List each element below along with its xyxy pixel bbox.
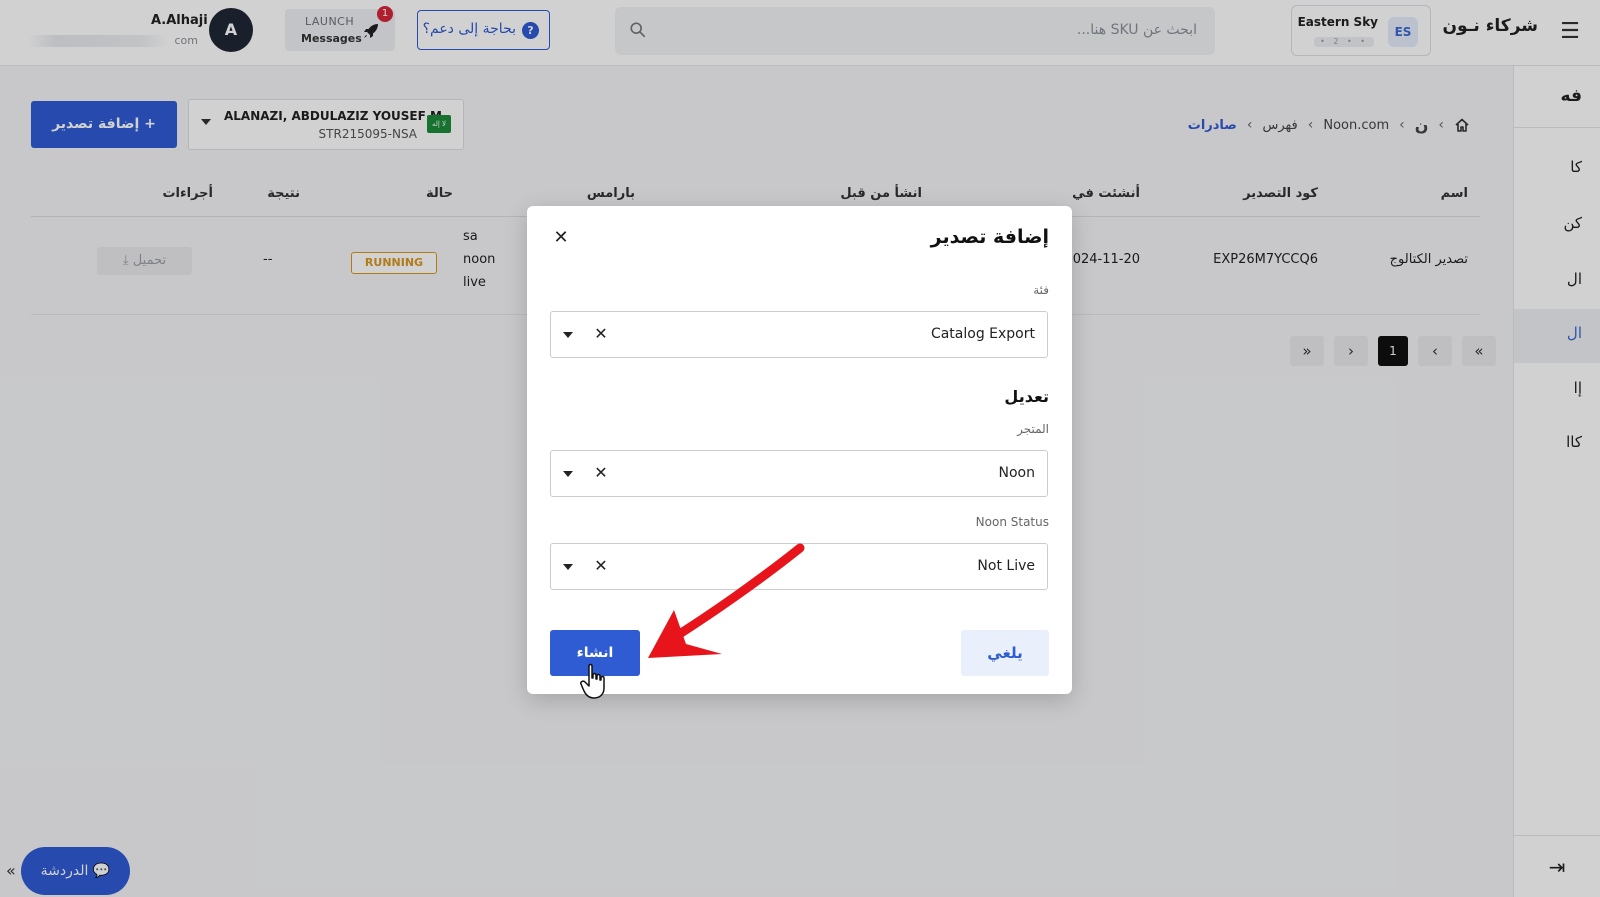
section-title: تعديل — [1004, 387, 1049, 406]
clear-icon[interactable]: ✕ — [591, 556, 611, 576]
chevron-down-icon[interactable] — [563, 471, 573, 477]
annotation-arrow-icon — [648, 543, 805, 658]
store-select[interactable]: Noon ✕ — [550, 450, 1048, 497]
store-value: Noon — [998, 465, 1035, 481]
clear-icon[interactable]: ✕ — [591, 324, 611, 344]
store-label: المتجر — [1017, 422, 1049, 436]
dialog-title: إضافة تصدير — [930, 226, 1049, 248]
noon-status-label: Noon Status — [975, 515, 1049, 529]
noon-status-value: Not Live — [977, 558, 1035, 574]
category-value: Catalog Export — [930, 326, 1035, 342]
chevron-down-icon[interactable] — [563, 564, 573, 570]
close-icon[interactable]: ✕ — [550, 227, 572, 249]
chevron-down-icon[interactable] — [563, 332, 573, 338]
category-label: فئة — [1033, 283, 1049, 297]
category-select[interactable]: Catalog Export ✕ — [550, 311, 1048, 358]
hand-cursor-icon — [580, 663, 605, 699]
cancel-button[interactable]: يلغي — [961, 630, 1049, 676]
clear-icon[interactable]: ✕ — [591, 463, 611, 483]
